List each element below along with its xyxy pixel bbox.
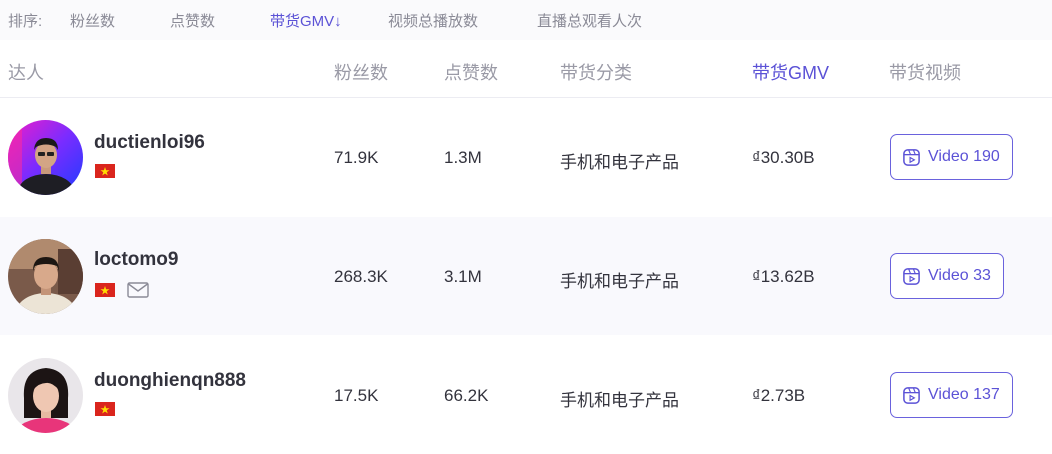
likes-count: 3.1M bbox=[444, 267, 482, 286]
sort-option-followers[interactable]: 粉丝数 bbox=[70, 10, 115, 31]
table-header: 达人 粉丝数 点赞数 带货分类 带货GMV 带货视频 bbox=[0, 40, 1052, 98]
creator-username[interactable]: ductienloi96 bbox=[94, 132, 205, 154]
creator-username[interactable]: loctomo9 bbox=[94, 249, 178, 271]
column-header-likes[interactable]: 点赞数 bbox=[444, 59, 498, 85]
video-button[interactable]: Video 33 bbox=[890, 253, 1004, 299]
sort-option-gmv[interactable]: 带货GMV↓ bbox=[270, 10, 342, 31]
sort-option-likes[interactable]: 点赞数 bbox=[170, 10, 215, 31]
sort-option-live-views[interactable]: 直播总观看人次 bbox=[537, 10, 642, 31]
category-text: 手机和电子产品 bbox=[560, 391, 679, 410]
avatar[interactable] bbox=[8, 358, 83, 433]
gmv-value: ₫13.62B bbox=[752, 267, 815, 286]
creator-username[interactable]: duonghienqn888 bbox=[94, 370, 246, 392]
video-button-label: Video 190 bbox=[928, 148, 1000, 165]
email-icon[interactable] bbox=[127, 282, 149, 298]
likes-count: 66.2K bbox=[444, 386, 489, 405]
followers-count: 268.3K bbox=[334, 267, 388, 286]
vietnam-flag-icon bbox=[95, 283, 115, 297]
video-button[interactable]: Video 137 bbox=[890, 372, 1013, 418]
gmv-value: ₫30.30B bbox=[752, 148, 815, 167]
gmv-value: ₫2.73B bbox=[752, 386, 806, 405]
vietnam-flag-icon bbox=[95, 164, 115, 178]
avatar[interactable] bbox=[8, 239, 83, 314]
column-header-followers[interactable]: 粉丝数 bbox=[334, 59, 388, 85]
video-button-label: Video 33 bbox=[928, 267, 991, 284]
column-header-creator: 达人 bbox=[8, 63, 44, 83]
sort-bar: 排序: 粉丝数 点赞数 带货GMV↓ 视频总播放数 直播总观看人次 bbox=[0, 0, 1052, 40]
column-header-gmv[interactable]: 带货GMV bbox=[752, 59, 829, 85]
column-header-category: 带货分类 bbox=[560, 63, 632, 83]
column-header-videos: 带货视频 bbox=[889, 63, 961, 83]
video-button[interactable]: Video 190 bbox=[890, 134, 1013, 180]
followers-count: 17.5K bbox=[334, 386, 379, 405]
vietnam-flag-icon bbox=[95, 402, 115, 416]
video-button-label: Video 137 bbox=[928, 386, 1000, 403]
category-text: 手机和电子产品 bbox=[560, 153, 679, 172]
video-icon bbox=[903, 148, 920, 166]
video-icon bbox=[903, 386, 920, 404]
category-text: 手机和电子产品 bbox=[560, 272, 679, 291]
avatar[interactable] bbox=[8, 120, 83, 195]
sort-label: 排序: bbox=[8, 13, 43, 30]
likes-count: 1.3M bbox=[444, 148, 482, 167]
video-icon bbox=[903, 267, 920, 285]
followers-count: 71.9K bbox=[334, 148, 379, 167]
table-row[interactable]: ductienloi96 71.9K 1.3M 手机和电子产品 ₫30.30B … bbox=[0, 98, 1052, 216]
table-row[interactable]: duonghienqn888 17.5K 66.2K 手机和电子产品 ₫2.73… bbox=[0, 336, 1052, 454]
sort-option-video-views[interactable]: 视频总播放数 bbox=[388, 10, 478, 31]
table-row[interactable]: loctomo9 268.3K 3.1M 手机和电子产品 ₫13.62B Vid… bbox=[0, 217, 1052, 335]
